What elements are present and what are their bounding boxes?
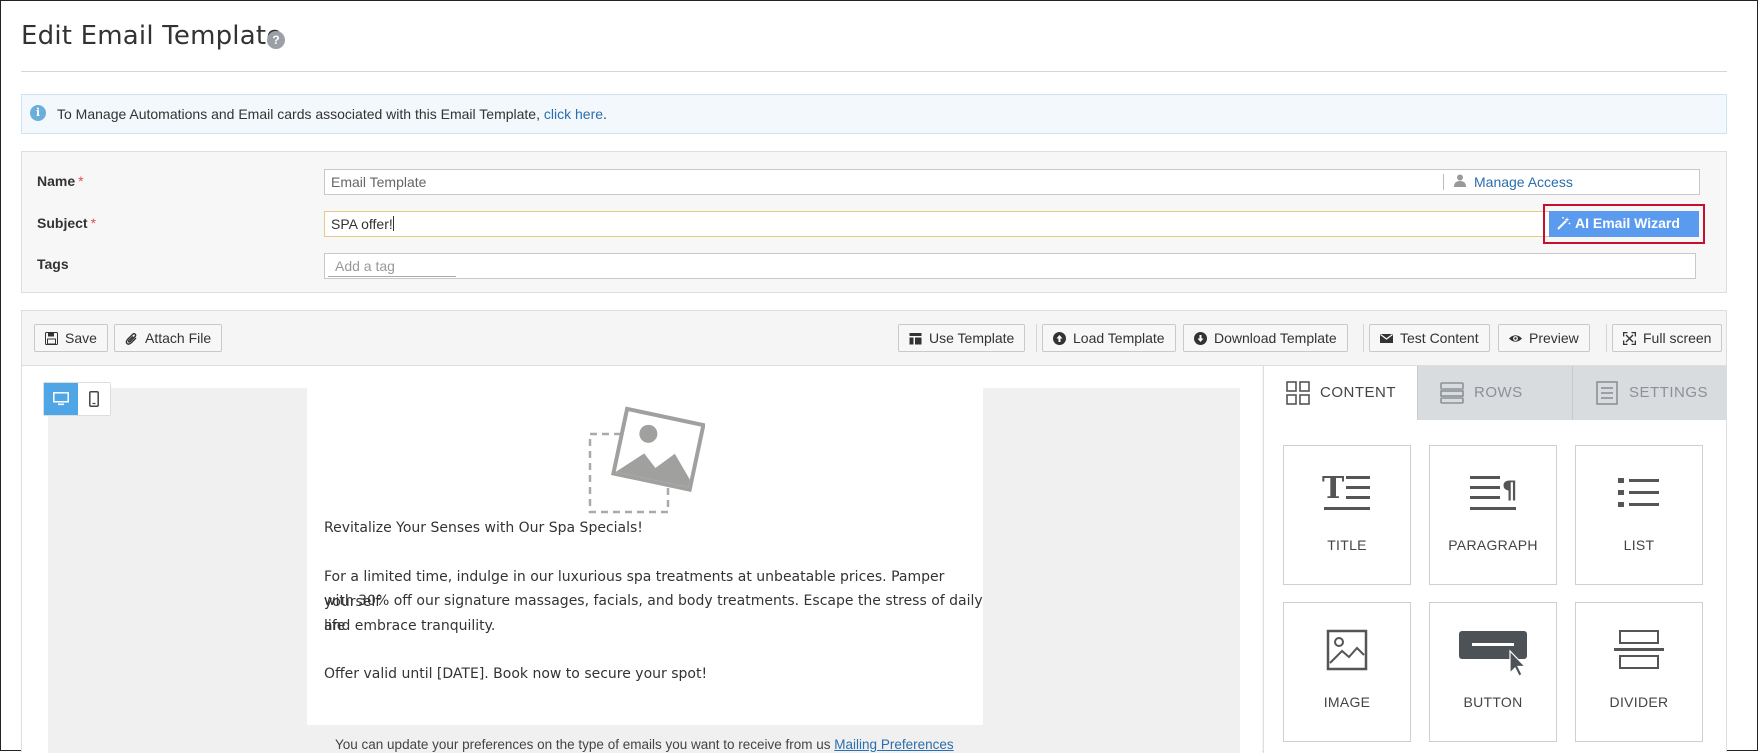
svg-text:T: T bbox=[1322, 472, 1345, 506]
rows-icon bbox=[1440, 382, 1464, 404]
title-block-icon: T bbox=[1322, 472, 1370, 510]
required-mark: * bbox=[78, 173, 84, 189]
email-canvas: Revitalize Your Senses with Our Spa Spec… bbox=[22, 366, 1262, 753]
ai-wizard-label: AI Email Wizard bbox=[1575, 215, 1680, 231]
eye-icon bbox=[1509, 335, 1522, 342]
page-title: Edit Email Template bbox=[21, 21, 283, 51]
preview-button[interactable]: Preview bbox=[1498, 324, 1590, 352]
tile-button[interactable]: BUTTON bbox=[1429, 602, 1557, 742]
name-placeholder: Email Template bbox=[331, 174, 427, 190]
content-side-panel: CONTENT ROWS SETTINGS T TITLE ¶ PARAGRAP… bbox=[1263, 366, 1727, 753]
tab-settings[interactable]: SETTINGS bbox=[1572, 366, 1727, 420]
tag-input-underline bbox=[328, 276, 456, 277]
device-view-toggle bbox=[43, 382, 111, 416]
tile-image[interactable]: IMAGE bbox=[1283, 602, 1411, 742]
svg-text:¶: ¶ bbox=[1502, 476, 1517, 504]
tile-list[interactable]: LIST bbox=[1575, 445, 1703, 585]
text-cursor bbox=[392, 216, 394, 231]
mobile-icon bbox=[89, 391, 99, 407]
download-circle-icon bbox=[1194, 332, 1207, 345]
user-icon bbox=[1454, 174, 1466, 187]
tags-input[interactable]: Add a tag bbox=[324, 253, 1696, 279]
subject-input[interactable]: SPA offer! bbox=[324, 211, 1588, 237]
manage-access-link[interactable]: Manage Access bbox=[1474, 174, 1573, 190]
envelope-icon bbox=[1380, 334, 1393, 343]
subject-value: SPA offer! bbox=[331, 216, 393, 232]
info-banner: i To Manage Automations and Email cards … bbox=[21, 94, 1727, 134]
required-mark: * bbox=[90, 215, 97, 231]
editor-toolbar: Save Attach File Use Template Load Templ… bbox=[22, 311, 1726, 366]
full-screen-button[interactable]: Full screen bbox=[1612, 324, 1723, 352]
load-template-button[interactable]: Load Template bbox=[1042, 324, 1176, 352]
subject-label: Subject * bbox=[37, 215, 97, 231]
question-circle-icon[interactable]: ? bbox=[267, 31, 285, 49]
settings-list-icon bbox=[1596, 381, 1618, 405]
click-here-link[interactable]: click here bbox=[544, 106, 603, 122]
info-icon: i bbox=[30, 105, 46, 121]
download-template-button[interactable]: Download Template bbox=[1183, 324, 1348, 352]
tile-label: DIVIDER bbox=[1609, 694, 1669, 710]
tile-label: LIST bbox=[1623, 537, 1655, 553]
button-block-icon bbox=[1459, 631, 1527, 677]
ai-wizard-highlight: AI Email Wizard bbox=[1543, 204, 1705, 244]
floppy-disk-icon bbox=[45, 332, 58, 345]
tile-label: PARAGRAPH bbox=[1448, 537, 1538, 553]
grid-icon bbox=[1286, 381, 1310, 405]
mailing-preferences-link[interactable]: Mailing Preferences bbox=[834, 737, 953, 752]
tile-label: BUTTON bbox=[1463, 694, 1523, 710]
toolbar-divider bbox=[1606, 324, 1607, 352]
tag-placeholder: Add a tag bbox=[335, 258, 395, 274]
mobile-view-button[interactable] bbox=[78, 383, 110, 415]
desktop-icon bbox=[53, 392, 69, 406]
field-separator bbox=[1443, 174, 1444, 190]
tile-divider[interactable]: DIVIDER bbox=[1575, 602, 1703, 742]
list-block-icon bbox=[1618, 478, 1659, 507]
toolbar-divider bbox=[1363, 324, 1364, 352]
use-template-button[interactable]: Use Template bbox=[898, 324, 1026, 352]
divider-block-icon bbox=[1614, 630, 1664, 669]
tile-paragraph[interactable]: ¶ PARAGRAPH bbox=[1429, 445, 1557, 585]
email-editor: Save Attach File Use Template Load Templ… bbox=[21, 310, 1727, 753]
paperclip-icon bbox=[125, 332, 137, 345]
template-icon bbox=[909, 333, 922, 345]
tags-label: Tags bbox=[37, 256, 69, 272]
name-label: Name * bbox=[37, 173, 84, 189]
image-placeholder-icon bbox=[588, 406, 705, 514]
title-divider bbox=[21, 71, 1727, 72]
save-button[interactable]: Save bbox=[34, 324, 108, 352]
toolbar-divider bbox=[1036, 324, 1037, 352]
desktop-view-button[interactable] bbox=[44, 383, 78, 415]
magic-wand-icon bbox=[1557, 216, 1571, 230]
email-headline: Revitalize Your Senses with Our Spa Spec… bbox=[324, 520, 643, 536]
ai-email-wizard-button[interactable]: AI Email Wizard bbox=[1549, 211, 1699, 237]
template-form: Name * Email Template Manage Access Subje… bbox=[21, 151, 1727, 293]
email-offer-text: Offer valid until [DATE]. Book now to se… bbox=[324, 666, 708, 682]
tile-label: TITLE bbox=[1327, 537, 1367, 553]
email-footer: You can update your preferences on the t… bbox=[335, 737, 954, 752]
upload-circle-icon bbox=[1053, 332, 1066, 345]
info-text: To Manage Automations and Email cards as… bbox=[57, 106, 607, 122]
tab-rows[interactable]: ROWS bbox=[1417, 366, 1572, 420]
image-block-icon bbox=[1326, 629, 1368, 671]
expand-icon bbox=[1623, 332, 1636, 345]
tab-content[interactable]: CONTENT bbox=[1264, 366, 1417, 420]
attach-file-button[interactable]: Attach File bbox=[114, 324, 223, 352]
tile-title[interactable]: T TITLE bbox=[1283, 445, 1411, 585]
test-content-button[interactable]: Test Content bbox=[1369, 324, 1490, 352]
tile-label: IMAGE bbox=[1323, 694, 1371, 710]
email-content-area[interactable]: Revitalize Your Senses with Our Spa Spec… bbox=[307, 388, 983, 725]
paragraph-block-icon: ¶ bbox=[1470, 476, 1517, 510]
email-paragraph-line: and embrace tranquility. bbox=[324, 618, 496, 634]
